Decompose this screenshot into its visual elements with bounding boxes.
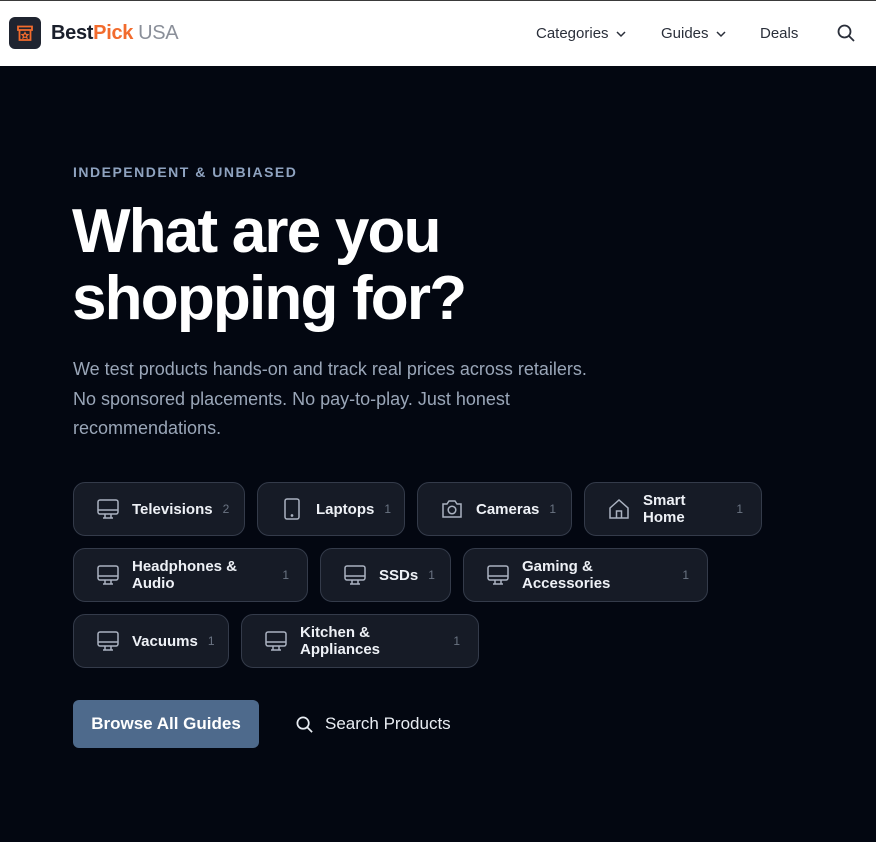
nav-deals[interactable]: Deals	[760, 24, 798, 44]
category-count: 1	[428, 568, 435, 582]
category-chip-gaming-accessories[interactable]: Gaming & Accessories 1	[463, 548, 708, 602]
category-count: 1	[549, 502, 557, 516]
category-label: Gaming & Accessories	[522, 558, 611, 592]
category-chip-headphones-audio[interactable]: Headphones & Audio 1	[73, 548, 308, 602]
search-icon[interactable]	[836, 23, 858, 45]
category-count: 1	[207, 634, 215, 648]
brand-name[interactable]: BestPick USA	[51, 21, 179, 45]
hero-headline: What are you shopping for?	[72, 198, 672, 332]
category-label: Kitchen & Appliances	[300, 624, 381, 658]
category-chip-cameras[interactable]: Cameras 1	[417, 482, 572, 536]
nav-guides[interactable]: Guides	[661, 24, 727, 44]
top-navbar: BestPick USA Categories Guides Deals	[0, 0, 876, 66]
monitor-icon	[343, 563, 367, 587]
brand-part-usa: USA	[138, 22, 179, 44]
monitor-icon	[96, 629, 120, 653]
nav-deals-label: Deals	[760, 25, 799, 42]
search-products-label: Search Products	[325, 714, 451, 733]
category-count: 2	[222, 502, 230, 516]
category-chip-vacuums[interactable]: Vacuums 1	[73, 614, 229, 668]
home-icon	[607, 497, 631, 521]
nav-categories[interactable]: Categories	[536, 24, 627, 44]
browse-all-guides-button[interactable]: Browse All Guides	[73, 700, 259, 748]
category-count: 1	[384, 502, 392, 516]
camera-icon	[440, 497, 464, 521]
hero-lead-line1: We test products hands-on and track real…	[73, 359, 587, 379]
category-count: 1	[282, 568, 289, 582]
hero-headline-line2: shopping for?	[72, 264, 467, 333]
monitor-icon	[96, 497, 120, 521]
category-chip-kitchen-appliances[interactable]: Kitchen & Appliances 1	[241, 614, 479, 668]
hero-eyebrow: INDEPENDENT & UNBIASED	[73, 164, 298, 180]
category-count: 1	[736, 502, 743, 516]
category-label: Cameras	[476, 500, 540, 518]
brand-logo-icon[interactable]	[9, 17, 41, 49]
category-label: Headphones & Audio	[132, 558, 238, 592]
nav-categories-label: Categories	[536, 25, 609, 42]
category-count: 1	[453, 634, 460, 648]
category-count: 1	[682, 568, 689, 582]
category-label: SSDs	[379, 566, 419, 584]
category-label: Vacuums	[132, 632, 198, 650]
category-chip-televisions[interactable]: Televisions 2	[73, 482, 245, 536]
monitor-icon	[264, 629, 288, 653]
hero-lead-line2: No sponsored placements. No pay-to-play.…	[73, 388, 510, 409]
search-products-button[interactable]: Search Products	[295, 710, 451, 738]
category-chip-ssds[interactable]: SSDs 1	[320, 548, 451, 602]
hero-lead-line3: recommendations.	[73, 418, 222, 438]
tablet-icon	[280, 497, 304, 521]
category-chip-smart-home[interactable]: Smart Home 1	[584, 482, 762, 536]
search-icon	[296, 716, 313, 733]
category-label: Televisions	[132, 500, 213, 518]
hero-lead: We test products hands-on and track real…	[73, 355, 643, 444]
category-chip-laptops[interactable]: Laptops 1	[257, 482, 405, 536]
nav-guides-label: Guides	[661, 25, 709, 42]
monitor-icon	[486, 563, 510, 587]
chevron-down-icon	[716, 31, 726, 38]
monitor-icon	[96, 563, 120, 587]
brand-part-pick: Pick	[93, 22, 134, 44]
brand-part-best: Best	[51, 22, 94, 44]
category-label: Laptops	[316, 500, 375, 518]
category-label: Smart Home	[643, 492, 686, 526]
chevron-down-icon	[616, 31, 626, 38]
hero-headline-line1: What are you	[72, 197, 441, 266]
